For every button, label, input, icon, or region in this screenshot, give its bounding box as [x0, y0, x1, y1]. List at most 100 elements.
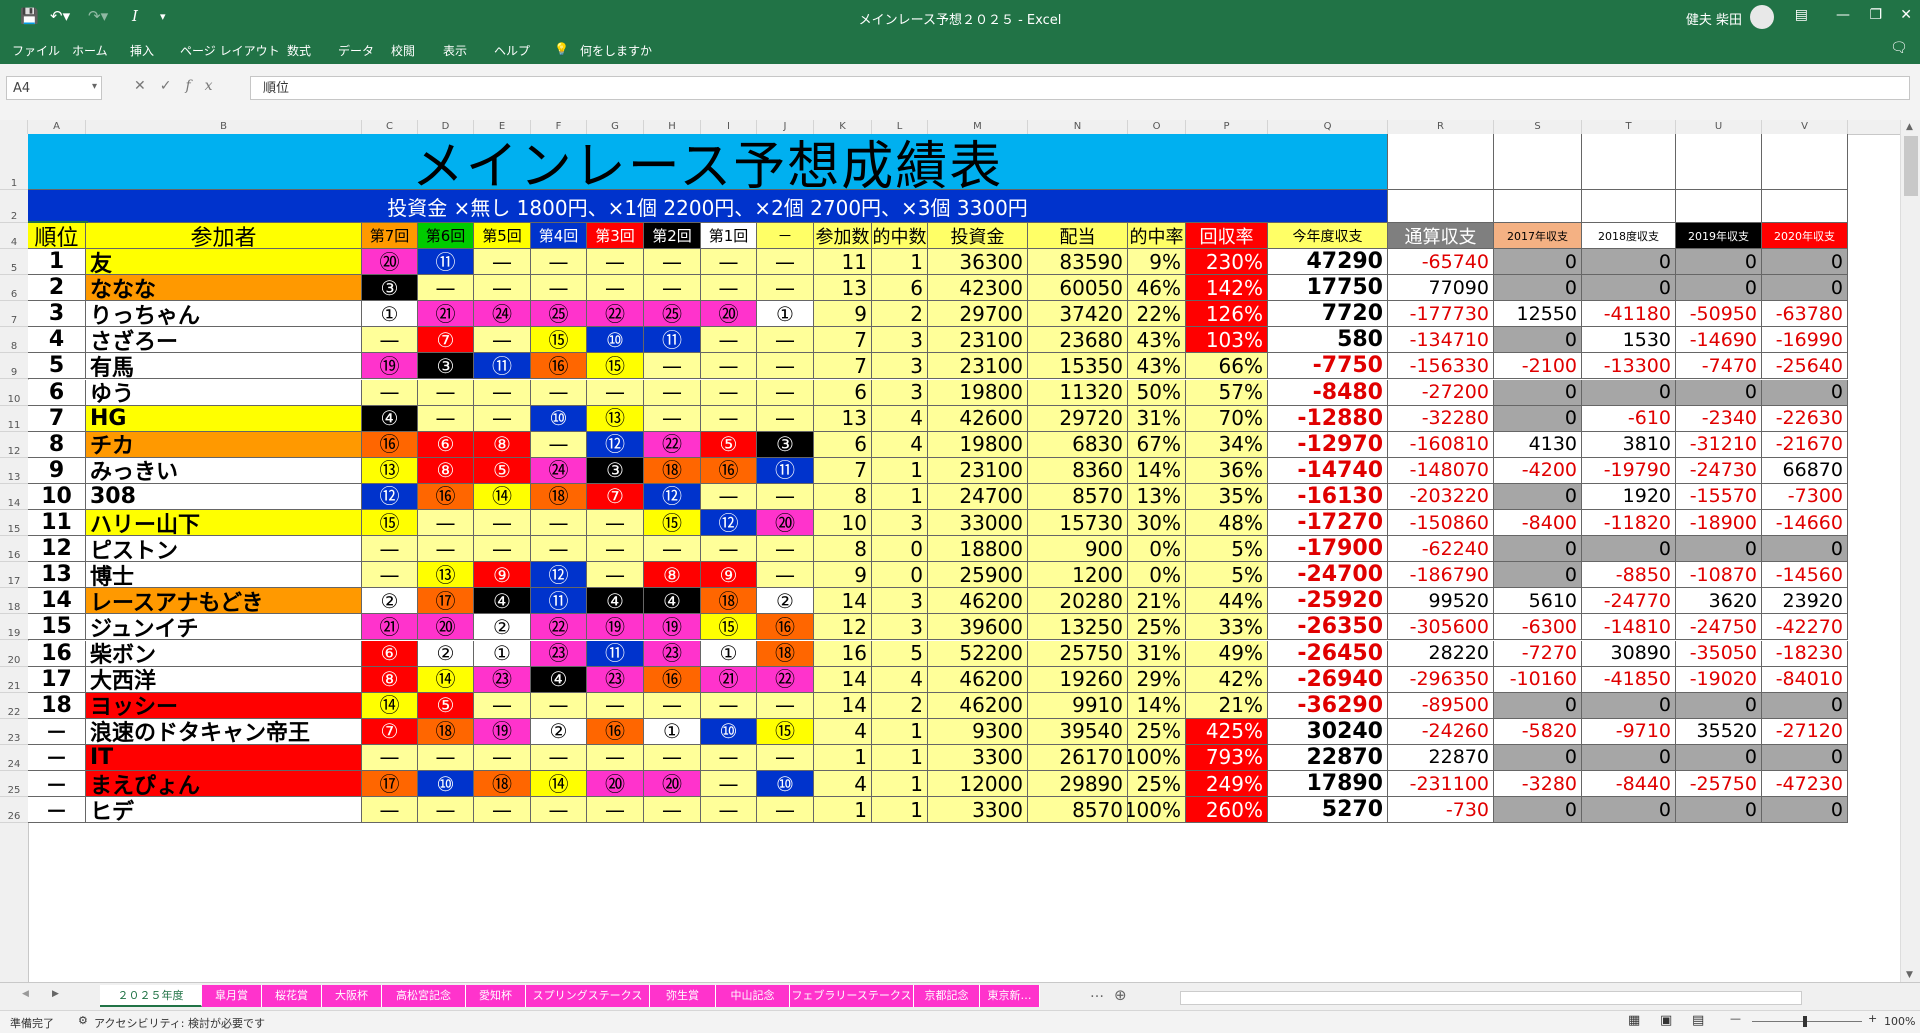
payout-cell[interactable]: 20280	[1028, 588, 1128, 615]
participant-name[interactable]: HG	[86, 405, 362, 432]
entries-cell[interactable]: 1	[814, 797, 872, 824]
year-2020-cell[interactable]: 23920	[1762, 588, 1848, 615]
sheet-tab-2[interactable]: 桜花賞	[262, 985, 322, 1007]
race-result[interactable]: ㉒	[587, 301, 644, 328]
race-result[interactable]: —	[701, 797, 757, 824]
recovery-cell[interactable]: 142%	[1186, 275, 1268, 302]
total-balance-cell[interactable]: 99520	[1388, 588, 1494, 615]
race-result[interactable]: ㉕	[644, 301, 701, 328]
race-result[interactable]: —	[474, 379, 531, 406]
race-result[interactable]: ⑱	[418, 718, 474, 745]
race-result[interactable]: ㉓	[531, 640, 587, 667]
race-result[interactable]: —	[531, 249, 587, 276]
tab-insert[interactable]: 挿入	[130, 42, 154, 59]
payout-cell[interactable]: 6830	[1028, 431, 1128, 458]
invest-cell[interactable]: 39600	[928, 614, 1028, 641]
race-result[interactable]: —	[757, 353, 814, 380]
invest-cell[interactable]: 9300	[928, 718, 1028, 745]
race-result[interactable]: —	[362, 797, 418, 824]
total-balance-cell[interactable]: -65740	[1388, 249, 1494, 276]
recovery-cell[interactable]: 103%	[1186, 327, 1268, 354]
year-balance-cell[interactable]: -12970	[1268, 431, 1388, 458]
empty-cell[interactable]	[1388, 190, 1494, 223]
participant-name[interactable]: 308	[86, 483, 362, 510]
race-result[interactable]: —	[644, 405, 701, 432]
row-header-7[interactable]: 7	[0, 301, 28, 328]
race-result[interactable]: ㉒	[531, 614, 587, 641]
race-result[interactable]: —	[757, 562, 814, 589]
header-14[interactable]: 的中率	[1128, 223, 1186, 249]
column-header-b[interactable]: B	[86, 120, 362, 134]
year-2019-cell[interactable]: 0	[1676, 744, 1762, 771]
prev-sheet-icon[interactable]: ◀	[22, 989, 29, 999]
tab-view[interactable]: 表示	[443, 42, 467, 59]
race-result[interactable]: ⑭	[418, 666, 474, 693]
invest-cell[interactable]: 19800	[928, 379, 1028, 406]
participant-name[interactable]: 柴ボン	[86, 640, 362, 667]
race-result[interactable]: —	[757, 797, 814, 824]
add-sheet-icon[interactable]: ⊕	[1114, 986, 1127, 1004]
payout-cell[interactable]: 1200	[1028, 562, 1128, 589]
rank-cell[interactable]: －	[28, 718, 86, 745]
payout-cell[interactable]: 8570	[1028, 483, 1128, 510]
race-result[interactable]: ⑪	[757, 457, 814, 484]
race-result[interactable]: —	[587, 744, 644, 771]
race-result[interactable]: ⑭	[474, 483, 531, 510]
year-balance-cell[interactable]: -36290	[1268, 692, 1388, 719]
race-result[interactable]: ⑯	[587, 718, 644, 745]
year-2020-cell[interactable]: 0	[1762, 249, 1848, 276]
race-result[interactable]: ⑱	[701, 588, 757, 615]
tab-help[interactable]: ヘルプ	[494, 42, 530, 59]
year-2020-cell[interactable]: -7300	[1762, 483, 1848, 510]
race-result[interactable]: —	[757, 327, 814, 354]
race-result[interactable]: —	[418, 379, 474, 406]
year-2020-cell[interactable]: -16990	[1762, 327, 1848, 354]
empty-cell[interactable]	[1494, 190, 1582, 223]
year-2020-cell[interactable]: 0	[1762, 744, 1848, 771]
participant-name[interactable]: 浪速のドタキャン帝王	[86, 718, 362, 745]
race-result[interactable]: ⑩	[757, 771, 814, 798]
race-result[interactable]: ⑪	[531, 588, 587, 615]
total-balance-cell[interactable]: -156330	[1388, 353, 1494, 380]
race-result[interactable]: —	[531, 692, 587, 719]
hit-rate-cell[interactable]: 25%	[1128, 718, 1186, 745]
recovery-cell[interactable]: 21%	[1186, 692, 1268, 719]
recovery-cell[interactable]: 34%	[1186, 431, 1268, 458]
hit-rate-cell[interactable]: 21%	[1128, 588, 1186, 615]
sheet-tab-4[interactable]: 高松宮記念	[382, 985, 466, 1007]
race-result[interactable]: —	[757, 405, 814, 432]
zoom-slider[interactable]	[1752, 1021, 1862, 1022]
race-result[interactable]: ②	[362, 588, 418, 615]
header-1[interactable]: 参加者	[86, 223, 362, 249]
race-result[interactable]: ⑳	[418, 614, 474, 641]
year-2020-cell[interactable]: -47230	[1762, 771, 1848, 798]
year-2020-cell[interactable]: 0	[1762, 379, 1848, 406]
race-result[interactable]: ①	[362, 301, 418, 328]
year-balance-cell[interactable]: -7750	[1268, 353, 1388, 380]
participant-name[interactable]: ピストン	[86, 536, 362, 563]
race-result[interactable]: ⑬	[587, 405, 644, 432]
year-2017-cell[interactable]: 0	[1494, 379, 1582, 406]
year-2020-cell[interactable]: -84010	[1762, 666, 1848, 693]
row-header-11[interactable]: 11	[0, 406, 28, 432]
row-header-10[interactable]: 10	[0, 380, 28, 406]
race-result[interactable]: ②	[757, 588, 814, 615]
hit-rate-cell[interactable]: 46%	[1128, 275, 1186, 302]
year-2017-cell[interactable]: 0	[1494, 744, 1582, 771]
header-9[interactable]: －	[757, 223, 814, 249]
year-2018-cell[interactable]: 3810	[1582, 431, 1676, 458]
race-result[interactable]: —	[474, 249, 531, 276]
empty-cell[interactable]	[1388, 134, 1494, 190]
invest-cell[interactable]: 23100	[928, 327, 1028, 354]
recovery-cell[interactable]: 793%	[1186, 744, 1268, 771]
race-result[interactable]: —	[418, 797, 474, 824]
race-result[interactable]: ⑬	[418, 562, 474, 589]
header-17[interactable]: 通算収支	[1388, 223, 1494, 249]
recovery-cell[interactable]: 70%	[1186, 405, 1268, 432]
race-result[interactable]: —	[701, 249, 757, 276]
row-header-16[interactable]: 16	[0, 536, 28, 563]
entries-cell[interactable]: 7	[814, 457, 872, 484]
invest-cell[interactable]: 36300	[928, 249, 1028, 276]
accessibility-status[interactable]: アクセシビリティ: 検討が必要です	[94, 1015, 265, 1031]
recovery-cell[interactable]: 33%	[1186, 614, 1268, 641]
